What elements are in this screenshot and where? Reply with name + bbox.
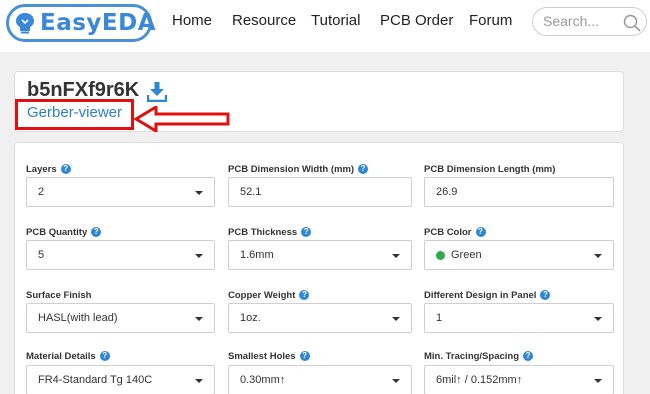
search-box [532,7,647,36]
width-value: 52.1 [240,186,262,198]
green-color-swatch [436,251,445,260]
nav-resource[interactable]: Resource [232,12,296,29]
holes-label: Smallest Holes? [228,351,310,362]
width-label: PCB Dimension Width (mm)? [228,164,369,175]
help-icon[interactable]: ? [301,227,312,237]
chevron-down-icon [392,254,400,258]
help-icon[interactable]: ? [540,290,551,300]
pcb-options-form: Layers? 2 PCB Dimension Width (mm)? 52.1… [14,142,624,394]
color-label: PCB Color? [424,227,486,238]
chevron-down-icon [195,379,203,383]
help-icon[interactable]: ? [60,164,71,174]
layers-select[interactable]: 2 [26,177,215,207]
easyeda-logo[interactable]: EasyEDA [6,4,156,42]
chevron-down-icon [594,254,602,258]
quantity-label: PCB Quantity? [26,227,102,238]
material-value: FR4-Standard Tg 140C [38,374,153,386]
copper-value: 1oz. [240,312,261,324]
quantity-value: 5 [38,249,45,261]
chevron-down-icon [195,254,203,258]
color-value: Green [451,249,482,261]
pcb-title-card: b5nFXf9r6K Gerber-viewer [14,71,624,132]
chevron-down-icon [594,317,602,321]
help-icon[interactable]: ? [99,351,110,361]
search-input[interactable] [543,13,621,29]
layers-value: 2 [38,186,45,198]
thickness-label: PCB Thickness? [228,227,312,238]
thickness-value: 1.6mm [240,249,274,261]
thickness-select[interactable]: 1.6mm [228,240,412,270]
holes-value: 0.30mm↑ [240,374,286,386]
help-icon[interactable]: ? [358,164,369,174]
finish-label: Surface Finish [26,290,92,301]
logo-text: EasyEDA [40,10,157,36]
nav-home[interactable]: Home [172,12,212,29]
help-icon[interactable]: ? [299,290,310,300]
finish-select[interactable]: HASL(with lead) [26,303,215,333]
quantity-select[interactable]: 5 [26,240,215,270]
length-label: PCB Dimension Length (mm) [424,164,556,175]
top-navigation-bar: EasyEDA Home Resource Tutorial PCB Order… [0,0,650,52]
length-value: 26.9 [436,186,458,198]
search-icon[interactable] [623,14,641,32]
tracing-select[interactable]: 6mil↑ / 0.152mm↑ [424,365,614,394]
chevron-down-icon [195,191,203,195]
help-icon[interactable]: ? [299,351,310,361]
help-icon[interactable]: ? [91,227,102,237]
download-icon[interactable] [147,82,167,102]
layers-label: Layers? [26,164,71,175]
lightbulb-icon [16,13,34,34]
help-icon[interactable]: ? [523,351,534,361]
nav-pcb-order[interactable]: PCB Order [380,12,453,29]
color-select[interactable]: Green [424,240,614,270]
nav-tutorial[interactable]: Tutorial [311,12,360,29]
material-label: Material Details? [26,351,110,362]
chevron-down-icon [594,379,602,383]
panel-label: Different Design in Panel? [424,290,551,301]
width-input[interactable]: 52.1 [228,177,412,207]
help-icon[interactable]: ? [475,227,486,237]
panel-select[interactable]: 1 [424,303,614,333]
chevron-down-icon [195,317,203,321]
material-select[interactable]: FR4-Standard Tg 140C [26,365,215,394]
nav-forum[interactable]: Forum [469,12,512,29]
holes-select[interactable]: 0.30mm↑ [228,365,412,394]
chevron-down-icon [392,379,400,383]
tracing-label: Min. Tracing/Spacing? [424,351,534,362]
copper-label: Copper Weight? [228,290,310,301]
length-input[interactable]: 26.9 [424,177,614,207]
chevron-down-icon [392,317,400,321]
gerber-viewer-link[interactable]: Gerber-viewer [27,104,122,121]
annotation-arrow-icon [134,106,230,132]
tracing-value: 6mil↑ / 0.152mm↑ [436,374,523,386]
finish-value: HASL(with lead) [38,312,118,324]
panel-value: 1 [436,312,443,324]
copper-select[interactable]: 1oz. [228,303,412,333]
